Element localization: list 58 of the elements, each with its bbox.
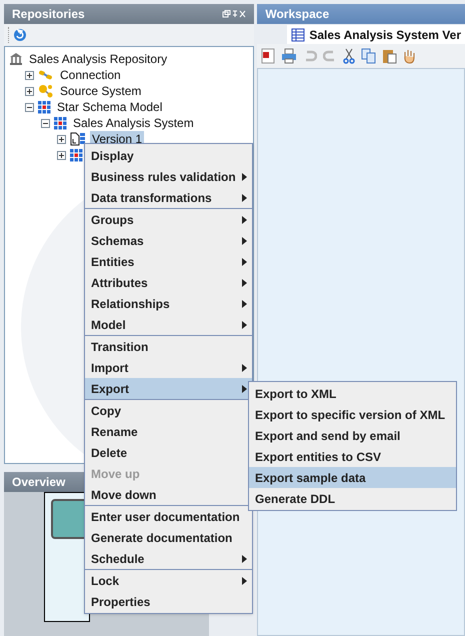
panel-title: Repositories [12,6,85,23]
bank-icon [9,52,23,66]
grid-icon [70,148,83,162]
menu-item[interactable]: Export to XML [249,383,456,404]
menu-item[interactable]: Lock [85,570,252,591]
collapse-icon[interactable] [25,102,34,112]
document-grid-icon [70,132,86,146]
tree-item[interactable]: Source System [58,83,144,99]
tree-item[interactable]: Sales Analysis System [71,115,196,131]
nodes-icon [38,84,54,98]
refresh-icon[interactable] [13,28,27,42]
pdf-icon[interactable] [261,48,276,64]
printer-icon[interactable] [281,48,298,64]
menu-item[interactable]: Transition [85,336,252,357]
menu-item[interactable]: Rename [85,421,252,442]
menu-item[interactable]: Generate DDL [249,488,456,509]
menu-item[interactable]: Schedule [85,548,252,569]
expand-icon[interactable] [57,134,66,144]
menu-item[interactable]: Display [85,145,252,166]
menu-item[interactable]: Data transformations [85,187,252,208]
table-icon [291,28,306,42]
panel-title: Workspace [265,6,330,23]
menu-item[interactable]: Business rules validation [85,166,252,187]
menu-item[interactable]: Delete [85,442,252,463]
grid-icon [54,116,67,130]
menu-item[interactable]: Import [85,357,252,378]
collapse-icon[interactable] [41,118,50,128]
clipboard-icon[interactable] [382,48,398,64]
menu-item[interactable]: Enter user documentation [85,506,252,527]
hand-icon[interactable] [403,48,416,64]
menu-item[interactable]: Model [85,314,252,335]
expand-icon[interactable] [25,86,34,96]
menu-item[interactable]: Move down [85,484,252,505]
menu-item[interactable]: Properties [85,591,252,612]
menu-item[interactable]: Export entities to CSV [249,446,456,467]
scissors-icon[interactable] [343,48,356,64]
menu-item[interactable]: Entities [85,251,252,272]
menu-item[interactable]: Generate documentation [85,527,252,548]
menu-item[interactable]: Copy [85,400,252,421]
grid-icon [38,100,51,114]
menu-item[interactable]: Relationships [85,293,252,314]
menu-item[interactable]: Export [85,378,252,399]
tree-item[interactable]: Star Schema Model [55,99,164,115]
menu-item[interactable]: Export sample data [249,467,456,488]
menu-item[interactable]: Export to specific version of XML [249,404,456,425]
tree-item[interactable]: Connection [58,67,123,83]
window-controls-icon[interactable] [222,10,246,18]
tree-item[interactable]: Sales Analysis Repository [27,51,170,67]
menu-item[interactable]: Schemas [85,230,252,251]
plug-icon [38,69,54,81]
expand-icon[interactable] [57,150,66,160]
menu-item[interactable]: Export and send by email [249,425,456,446]
copy-icon[interactable] [361,48,376,64]
menu-item[interactable]: Attributes [85,272,252,293]
document-tab[interactable]: Sales Analysis System Ver [287,25,465,44]
menu-item[interactable]: Groups [85,209,252,230]
expand-icon[interactable] [25,70,34,80]
panel-title: Overview [12,474,66,491]
